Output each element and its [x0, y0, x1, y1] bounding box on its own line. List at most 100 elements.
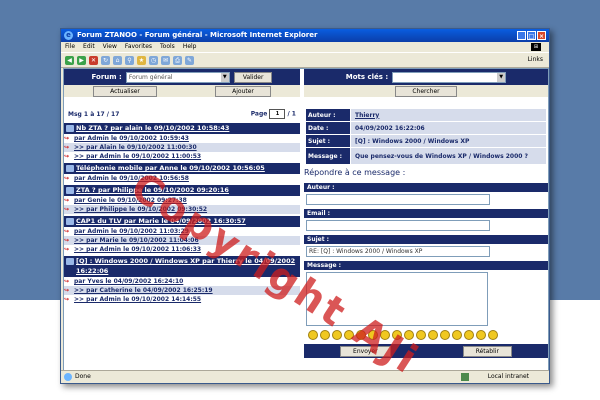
smiley-icon[interactable]: [380, 330, 390, 340]
subject-row: Sujet : [Q] : Windows 2000 / Windows XP: [306, 135, 546, 147]
message-pane: Mots clés : Chercher Auteur : Thierry Da…: [304, 69, 548, 370]
smiley-icon[interactable]: [308, 330, 318, 340]
reply-text: >> par Admin le 09/10/2002 14:14:55: [74, 296, 202, 303]
thread-title-link[interactable]: ZTA ? par Philippe le 09/10/2002 09:20:1…: [64, 185, 300, 196]
windows-logo-icon: ⊞: [531, 43, 541, 51]
thread-title-link[interactable]: Nb ZTA ? par alain le 09/10/2002 10:58:4…: [64, 123, 300, 134]
search-button[interactable]: Chercher: [395, 85, 457, 97]
print-icon[interactable]: ⎙: [173, 55, 182, 65]
close-icon[interactable]: ×: [537, 31, 546, 40]
menu-tools[interactable]: Tools: [160, 42, 175, 52]
reply-text: >> par Philippe le 09/10/2002 09:30:52: [74, 206, 208, 213]
add-button[interactable]: Ajouter: [215, 85, 271, 97]
menu-file[interactable]: File: [65, 42, 75, 52]
smiley-icon[interactable]: [428, 330, 438, 340]
reply-link[interactable]: ↪ par Admin le 09/10/2002 11:03:29: [64, 227, 300, 236]
reply-text: par Admin le 09/10/2002 10:59:43: [74, 135, 189, 142]
refresh-icon[interactable]: ↻: [101, 55, 110, 65]
page-total: / 1: [287, 110, 296, 118]
author-label: Auteur :: [306, 109, 350, 121]
validate-button[interactable]: Valider: [233, 71, 273, 83]
favorites-icon[interactable]: ★: [137, 55, 146, 65]
smiley-icon[interactable]: [464, 330, 474, 340]
reply-author-input[interactable]: [306, 194, 490, 205]
reply-link[interactable]: ↪ >> par Admin le 09/10/2002 11:00:53: [64, 152, 300, 161]
smiley-icon[interactable]: [356, 330, 366, 340]
page-label: Page: [250, 110, 268, 118]
reply-link[interactable]: ↪ >> par Catherine le 04/09/2002 16:25:19: [64, 286, 300, 295]
history-icon[interactable]: ◷: [149, 55, 158, 65]
reply-arrow-icon: ↪: [64, 206, 70, 213]
reply-subject-input[interactable]: RE: [Q] : Windows 2000 / Windows XP: [306, 246, 490, 257]
edit-icon[interactable]: ✎: [185, 55, 194, 65]
stop-icon[interactable]: ✕: [89, 55, 98, 65]
thread-title-link[interactable]: [Q] : Windows 2000 / Windows XP par Thie…: [64, 256, 300, 277]
menu-favorites[interactable]: Favorites: [125, 42, 152, 52]
thread-item: CAP1 du TLV par Marie le 04/09/2002 16:3…: [64, 216, 300, 254]
subject-label: Sujet :: [306, 135, 350, 147]
thread-title-link[interactable]: CAP1 du TLV par Marie le 04/09/2002 16:3…: [64, 216, 300, 227]
page-select[interactable]: 1: [269, 109, 286, 119]
menu-bar: File Edit View Favorites Tools Help ⊞: [61, 42, 549, 52]
reply-email-input[interactable]: [306, 220, 490, 231]
reset-button[interactable]: Rétablir: [462, 345, 512, 357]
reply-link[interactable]: ↪ >> par Philippe le 09/10/2002 09:30:52: [64, 205, 300, 214]
smiley-icon[interactable]: [440, 330, 450, 340]
forum-select[interactable]: Forum général: [125, 71, 230, 83]
smiley-icon[interactable]: [488, 330, 498, 340]
smiley-icon[interactable]: [368, 330, 378, 340]
reply-arrow-icon: ↪: [64, 228, 70, 235]
reply-link[interactable]: ↪ >> par Admin le 09/10/2002 11:06:33: [64, 245, 300, 254]
thread-title-link[interactable]: Téléphonie mobile par Anne le 09/10/2002…: [64, 163, 300, 174]
reply-link[interactable]: ↪ >> par Admin le 09/10/2002 14:14:55: [64, 295, 300, 304]
zone-text: Local intranet: [487, 373, 529, 380]
thread-icon: [66, 165, 74, 172]
forum-selector-bar: Forum : Forum général Valider: [64, 69, 300, 85]
reply-text: par Genie le 09/10/2002 09:27:38: [74, 197, 187, 204]
reply-link[interactable]: ↪ >> par Alain le 09/10/2002 11:00:30: [64, 143, 300, 152]
refresh-button[interactable]: Actualiser: [93, 85, 157, 97]
thread-title: Nb ZTA ? par alain le 09/10/2002 10:58:4…: [76, 124, 230, 132]
thread-title: ZTA ? par Philippe le 09/10/2002 09:20:1…: [76, 186, 229, 194]
reply-link[interactable]: ↪ >> par Marie le 09/10/2002 11:04:06: [64, 236, 300, 245]
thread-title: Téléphonie mobile par Anne le 09/10/2002…: [76, 164, 265, 172]
date-value: 04/09/2002 16:22:06: [351, 122, 546, 134]
thread-icon: [66, 258, 74, 265]
smiley-icon[interactable]: [404, 330, 414, 340]
mail-icon[interactable]: ✉: [161, 55, 170, 65]
reply-link[interactable]: ↪ par Admin le 09/10/2002 10:56:58: [64, 174, 300, 183]
browser-toolbar: ◀ ▶ ✕ ↻ ⌂ ⚲ ★ ◷ ✉ ⎙ ✎ Links: [61, 52, 549, 68]
keywords-input[interactable]: [392, 71, 507, 83]
author-link[interactable]: Thierry: [351, 109, 546, 121]
reply-arrow-icon: ↪: [64, 287, 70, 294]
menu-edit[interactable]: Edit: [83, 42, 95, 52]
smiley-icon[interactable]: [344, 330, 354, 340]
back-icon[interactable]: ◀: [65, 55, 74, 65]
reply-link[interactable]: ↪ par Admin le 09/10/2002 10:59:43: [64, 134, 300, 143]
smiley-icon[interactable]: [452, 330, 462, 340]
reply-message-textarea[interactable]: [306, 272, 488, 326]
smiley-icon[interactable]: [320, 330, 330, 340]
page-icon: [64, 373, 72, 381]
send-button[interactable]: Envoyer: [340, 345, 391, 357]
reply-text: par Admin le 09/10/2002 10:56:58: [74, 175, 189, 182]
pagination-row: Msg 1 à 17 / 17 Page 1 / 1: [64, 107, 300, 121]
message-range: Msg 1 à 17 / 17: [68, 110, 120, 118]
home-icon[interactable]: ⌂: [113, 55, 122, 65]
smiley-icon[interactable]: [332, 330, 342, 340]
reply-link[interactable]: ↪ par Genie le 09/10/2002 09:27:38: [64, 196, 300, 205]
thread-icon: [66, 218, 74, 225]
reply-link[interactable]: ↪ par Yves le 04/09/2002 16:24:10: [64, 277, 300, 286]
search-icon[interactable]: ⚲: [125, 55, 134, 65]
title-bar[interactable]: e Forum ZTANOO - Forum général - Microso…: [61, 29, 549, 42]
smiley-icon[interactable]: [392, 330, 402, 340]
maximize-icon[interactable]: □: [527, 31, 536, 40]
reply-text: >> par Catherine le 04/09/2002 16:25:19: [74, 287, 213, 294]
minimize-icon[interactable]: _: [517, 31, 526, 40]
menu-view[interactable]: View: [103, 42, 117, 52]
links-label[interactable]: Links: [528, 56, 543, 63]
forward-icon[interactable]: ▶: [77, 55, 86, 65]
menu-help[interactable]: Help: [183, 42, 197, 52]
smiley-icon[interactable]: [476, 330, 486, 340]
smiley-icon[interactable]: [416, 330, 426, 340]
